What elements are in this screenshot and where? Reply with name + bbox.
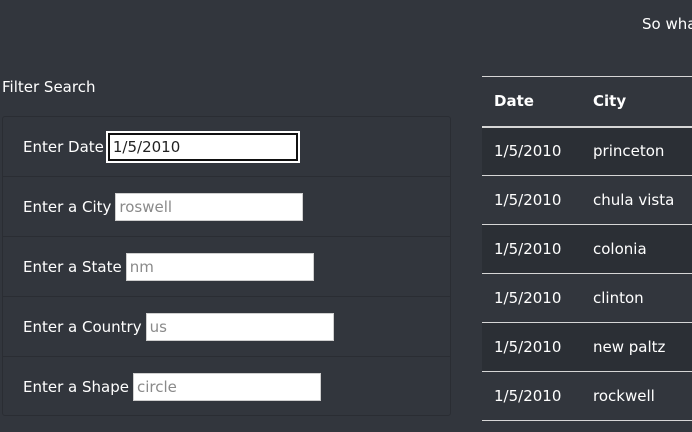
state-input[interactable]	[125, 252, 314, 281]
table-row: 1/5/2010 clinton	[482, 273, 692, 323]
date-label: Enter Date	[23, 137, 104, 156]
cell-date: 1/5/2010	[482, 322, 581, 372]
cell-city: chula vista	[581, 175, 692, 225]
shape-input[interactable]	[132, 373, 321, 401]
table-row: 1/5/2010 princeton	[482, 126, 692, 176]
cell-date: 1/5/2010	[482, 371, 581, 421]
cell-city: colonia	[581, 224, 692, 274]
cell-date: 1/5/2010	[482, 126, 581, 176]
date-input[interactable]	[107, 132, 298, 161]
filter-row-shape: Enter a Shape	[3, 357, 450, 417]
cell-city: princeton	[581, 126, 692, 176]
filter-row-date: Enter Date	[3, 117, 450, 177]
filter-row-city: Enter a City	[3, 177, 450, 237]
table-row: 1/5/2010 colonia	[482, 224, 692, 274]
country-label: Enter a Country	[23, 317, 142, 336]
results-table: Date City 1/5/2010 princeton 1/5/2010 ch…	[482, 76, 692, 421]
filter-row-state: Enter a State	[3, 237, 450, 297]
country-input[interactable]	[145, 312, 334, 341]
intro-text: So wha see.	[642, 15, 692, 33]
column-header-city: City	[581, 76, 692, 128]
filter-panel: Enter Date Enter a City Enter a State En…	[2, 116, 451, 416]
cell-date: 1/5/2010	[482, 175, 581, 225]
filter-search-title: Filter Search	[2, 78, 96, 96]
city-label: Enter a City	[23, 197, 112, 216]
table-row: 1/5/2010 chula vista	[482, 175, 692, 225]
cell-date: 1/5/2010	[482, 224, 581, 274]
table-row: 1/5/2010 rockwell	[482, 371, 692, 421]
city-input[interactable]	[115, 192, 304, 221]
shape-label: Enter a Shape	[23, 378, 129, 396]
state-label: Enter a State	[23, 257, 122, 276]
table-header-row: Date City	[482, 76, 692, 128]
page: So wha see. Filter Search Enter Date Ent…	[0, 0, 692, 432]
cell-city: clinton	[581, 273, 692, 323]
table-row: 1/5/2010 new paltz	[482, 322, 692, 372]
cell-city: new paltz	[581, 322, 692, 372]
filter-row-country: Enter a Country	[3, 297, 450, 357]
cell-date: 1/5/2010	[482, 273, 581, 323]
cell-city: rockwell	[581, 371, 692, 421]
column-header-date: Date	[482, 76, 581, 128]
results-table-container: Date City 1/5/2010 princeton 1/5/2010 ch…	[482, 76, 692, 421]
